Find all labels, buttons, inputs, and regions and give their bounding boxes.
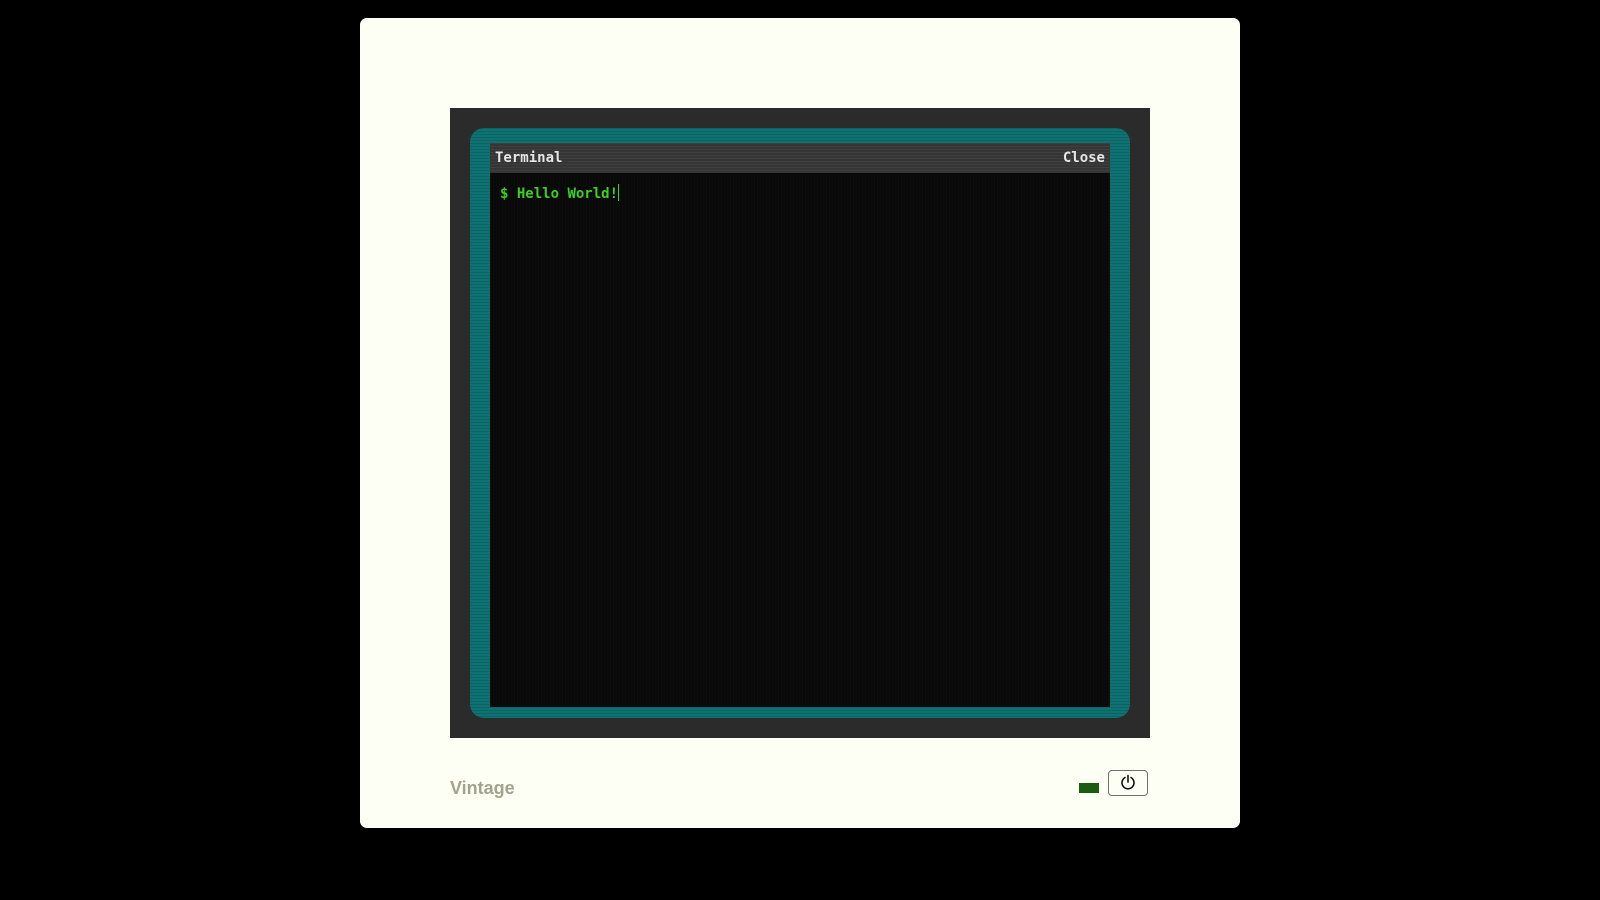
terminal-title: Terminal: [495, 150, 563, 166]
power-button[interactable]: [1108, 770, 1148, 796]
terminal-titlebar[interactable]: Terminal Close: [490, 143, 1110, 173]
terminal-command: Hello World!: [516, 186, 619, 202]
terminal-body[interactable]: $ Hello World!: [490, 173, 1110, 707]
monitor-bezel: Terminal Close $ Hello World!: [450, 108, 1150, 738]
terminal-line: $ Hello World!: [500, 184, 620, 202]
text-cursor: [618, 184, 620, 201]
screen-frame: Terminal Close $ Hello World!: [470, 128, 1130, 718]
close-button[interactable]: Close: [1063, 150, 1105, 166]
brand-label: Vintage: [450, 778, 515, 798]
monitor-case: Terminal Close $ Hello World! Vintage: [360, 18, 1240, 828]
power-indicator-led: [1079, 783, 1099, 793]
terminal-window[interactable]: Terminal Close $ Hello World!: [490, 143, 1110, 707]
power-icon: [1120, 774, 1136, 793]
terminal-prompt: $: [500, 186, 509, 202]
